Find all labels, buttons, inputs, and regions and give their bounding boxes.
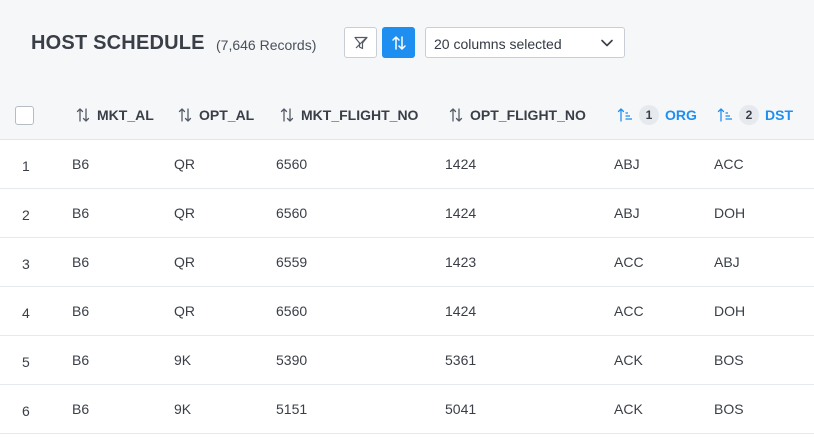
table-header: MKT_AL OPT_AL MKT_FLIGHT_NO OPT_FLIGHT_N… (0, 88, 814, 140)
cell-mkt-flight-no: 6560 (276, 303, 308, 319)
column-header-mkt-flight-no[interactable]: MKT_FLIGHT_NO (279, 106, 418, 124)
column-header-mkt-al[interactable]: MKT_AL (75, 106, 154, 124)
cell-opt-al: 9K (174, 352, 192, 368)
sort-priority-badge: 2 (739, 105, 759, 125)
table-row[interactable]: 6 B6 9K 5151 5041 ACK BOS (0, 385, 814, 434)
cell-opt-flight-no: 5041 (445, 401, 477, 417)
table-row[interactable]: 4 B6 QR 6560 1424 ACC DOH (0, 287, 814, 336)
cell-dst: ABJ (714, 254, 740, 270)
row-number: 3 (22, 256, 30, 272)
cell-dst: DOH (714, 303, 746, 319)
row-number: 4 (22, 305, 30, 321)
page-title: HOST SCHEDULE (31, 32, 205, 54)
sort-both-icon (280, 108, 294, 122)
toolbar: HOST SCHEDULE (7,646 Records) 20 columns… (0, 0, 814, 88)
cell-opt-al: QR (174, 156, 195, 172)
sort-icon (391, 35, 406, 50)
cell-mkt-al: B6 (72, 352, 90, 368)
cell-mkt-flight-no: 6560 (276, 156, 308, 172)
column-label: OPT_AL (199, 107, 255, 123)
cell-opt-flight-no: 1423 (445, 254, 477, 270)
sort-both-icon (76, 108, 90, 122)
cell-org: ACK (614, 352, 643, 368)
cell-dst: BOS (714, 401, 744, 417)
cell-dst: DOH (714, 205, 746, 221)
sort-ascending-icon (617, 108, 632, 122)
column-header-opt-al[interactable]: OPT_AL (177, 106, 254, 124)
row-number: 5 (22, 354, 30, 370)
cell-org: ACK (614, 401, 643, 417)
cell-opt-flight-no: 1424 (445, 156, 477, 172)
table-row[interactable]: 2 B6 QR 6560 1424 ABJ DOH (0, 189, 814, 238)
column-label: OPT_FLIGHT_NO (470, 107, 586, 123)
column-header-dst[interactable]: 2 DST (717, 105, 793, 125)
column-header-opt-flight-no[interactable]: OPT_FLIGHT_NO (448, 106, 586, 124)
table-row[interactable]: 3 B6 QR 6559 1423 ACC ABJ (0, 238, 814, 287)
sort-both-icon (178, 108, 192, 122)
cell-mkt-al: B6 (72, 401, 90, 417)
cell-mkt-al: B6 (72, 156, 90, 172)
row-number: 1 (22, 158, 30, 174)
cell-opt-flight-no: 1424 (445, 205, 477, 221)
column-label: MKT_AL (97, 107, 154, 123)
row-number: 6 (22, 403, 30, 419)
sort-button[interactable] (382, 27, 415, 58)
cell-dst: ACC (714, 156, 744, 172)
filter-icon (353, 36, 368, 49)
row-number: 2 (22, 207, 30, 223)
sort-priority-badge: 1 (639, 105, 659, 125)
cell-org: ACC (614, 254, 644, 270)
column-header-org[interactable]: 1 ORG (617, 105, 697, 125)
record-count: (7,646 Records) (216, 37, 317, 53)
cell-opt-al: QR (174, 303, 195, 319)
sort-both-icon (449, 108, 463, 122)
cell-mkt-al: B6 (72, 254, 90, 270)
cell-mkt-al: B6 (72, 205, 90, 221)
columns-select[interactable]: 20 columns selected (425, 27, 625, 58)
cell-dst: BOS (714, 352, 744, 368)
cell-mkt-flight-no: 6560 (276, 205, 308, 221)
cell-opt-al: QR (174, 205, 195, 221)
cell-opt-al: 9K (174, 401, 192, 417)
column-label: DST (765, 107, 793, 123)
cell-mkt-flight-no: 5151 (276, 401, 308, 417)
clear-filter-button[interactable] (344, 27, 377, 58)
table-row[interactable]: 1 B6 QR 6560 1424 ABJ ACC (0, 140, 814, 189)
column-label: ORG (665, 107, 697, 123)
cell-org: ABJ (614, 205, 640, 221)
table-row[interactable]: 5 B6 9K 5390 5361 ACK BOS (0, 336, 814, 385)
cell-opt-flight-no: 5361 (445, 352, 477, 368)
select-all-checkbox[interactable] (15, 106, 34, 125)
cell-org: ACC (614, 303, 644, 319)
cell-opt-al: QR (174, 254, 195, 270)
cell-opt-flight-no: 1424 (445, 303, 477, 319)
chevron-down-icon (601, 39, 613, 47)
cell-mkt-al: B6 (72, 303, 90, 319)
columns-select-value: 20 columns selected (434, 36, 562, 52)
cell-org: ABJ (614, 156, 640, 172)
cell-mkt-flight-no: 5390 (276, 352, 308, 368)
column-label: MKT_FLIGHT_NO (301, 107, 419, 123)
sort-ascending-icon (717, 108, 732, 122)
cell-mkt-flight-no: 6559 (276, 254, 308, 270)
